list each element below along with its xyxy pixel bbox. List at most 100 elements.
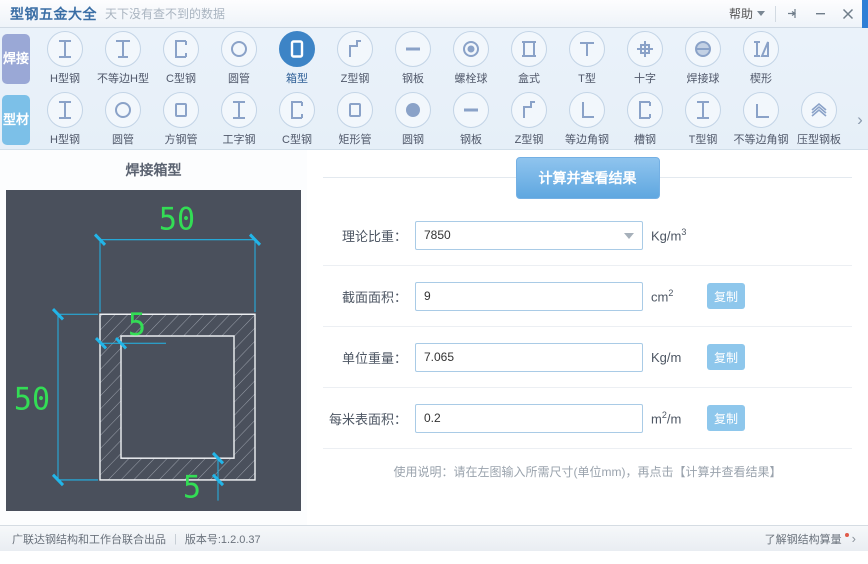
tool-item-z-section[interactable]: Z型钢 — [326, 28, 384, 86]
tool-item-c-channel[interactable]: C型钢 — [268, 89, 326, 147]
wedge-icon — [743, 31, 779, 67]
main-content: 焊接箱型 50 50 5 5 计算并查看结果 理论比重： 7850 Kg/m3 … — [0, 150, 868, 525]
tool-item-unequal-angle[interactable]: 不等边角钢 — [732, 89, 790, 147]
category-tab-welding[interactable]: 焊接 — [2, 33, 30, 84]
copy-button[interactable]: 复制 — [707, 405, 745, 431]
tool-item-channel[interactable]: 槽钢 — [616, 89, 674, 147]
tool-item-bolt-ball[interactable]: 螺栓球 — [442, 28, 500, 86]
box-type-icon — [511, 31, 547, 67]
t-section-icon — [569, 31, 605, 67]
tool-item-wedge[interactable]: 楔形 — [732, 28, 790, 86]
tool-item-unequal-h-beam[interactable]: 不等边H型 — [94, 28, 152, 86]
title-bar-controls: 帮助 — [721, 0, 868, 28]
tool-item-square-tube[interactable]: 方钢管 — [152, 89, 210, 147]
tool-item-label: 楔形 — [750, 73, 772, 85]
tool-item-z-section[interactable]: Z型钢 — [500, 89, 558, 147]
tool-item-rect-tube[interactable]: 矩形管 — [326, 89, 384, 147]
footer-link-label: 了解钢结构算量 — [764, 533, 842, 546]
app-title: 型钢五金大全 — [10, 5, 97, 22]
field-input[interactable] — [415, 403, 643, 433]
copy-button[interactable]: 复制 — [707, 344, 745, 370]
field-row: 每米表面积： m2/m 复制 — [323, 388, 852, 449]
tool-item-steel-plate[interactable]: 钢板 — [384, 28, 442, 86]
tool-item-h-beam[interactable]: H型钢 — [36, 28, 94, 86]
toolbar-row-profile: 型材 H型钢 圆管 方钢管 工字钢 C型钢 矩形管 圆钢 钢板 Z型钢 等边角钢 槽钢 T型钢 不等边角… — [0, 89, 868, 150]
left-dimension-leader — [51, 307, 98, 487]
chevron-right-icon[interactable]: › — [852, 89, 868, 150]
dimension-left-height: 50 — [14, 382, 50, 418]
title-bar: 型钢五金大全 天下没有查不到的数据 帮助 — [0, 0, 868, 28]
tool-item-h-beam[interactable]: H型钢 — [36, 89, 94, 147]
top-dimension-leader — [93, 233, 262, 313]
tool-item-equal-angle[interactable]: 等边角钢 — [558, 89, 616, 147]
tool-item-round-bar[interactable]: 圆钢 — [384, 89, 442, 147]
cross-section-icon — [627, 31, 663, 67]
footer-version: 版本号:1.2.0.37 — [184, 533, 261, 546]
field-label: 截面面积： — [341, 289, 407, 305]
z-section-icon — [337, 31, 373, 67]
tool-item-welded-ball[interactable]: 焊接球 — [674, 28, 732, 86]
h-beam-icon — [47, 31, 83, 67]
tool-item-profiled-plate[interactable]: 压型钢板 — [790, 89, 848, 147]
tool-item-label: H型钢 — [50, 73, 80, 85]
footer-separator: | — [174, 532, 177, 545]
usage-note: 使用说明：请在左图输入所需尺寸(单位mm)，再点击【计算并查看结果】 — [393, 465, 782, 479]
tool-item-label: 方钢管 — [164, 134, 198, 146]
unequal-angle-icon — [743, 92, 779, 128]
tool-item-label: 不等边角钢 — [733, 134, 789, 146]
field-unit: m2/m — [651, 410, 699, 426]
field-label: 单位重量： — [341, 350, 407, 366]
round-pipe-icon — [221, 31, 257, 67]
tool-item-label: C型钢 — [166, 73, 196, 85]
tool-item-label: 十字 — [634, 73, 656, 85]
tool-item-label: 盒式 — [518, 73, 540, 85]
footer-producer: 广联达钢结构和工作台联合出品 — [12, 533, 166, 546]
tool-item-label: 箱型 — [286, 73, 308, 85]
field-input[interactable] — [415, 281, 643, 311]
c-channel-icon — [279, 92, 315, 128]
calculate-button[interactable]: 计算并查看结果 — [515, 156, 660, 199]
chevron-down-icon — [757, 11, 765, 16]
tool-item-box-type[interactable]: 盒式 — [500, 28, 558, 86]
dimension-thickness-left: 5 — [128, 308, 146, 344]
unit-main: cm — [651, 289, 669, 305]
title-accent-bar — [862, 0, 868, 28]
tool-item-round-pipe[interactable]: 圆管 — [210, 28, 268, 86]
field-row: 截面面积： cm2 复制 — [323, 266, 852, 327]
tool-item-label: 钢板 — [460, 134, 482, 146]
calculate-row: 计算并查看结果 — [323, 150, 852, 205]
tool-item-t-section[interactable]: T型 — [558, 28, 616, 86]
tool-item-c-channel[interactable]: C型钢 — [152, 28, 210, 86]
welded-ball-icon — [685, 31, 721, 67]
tool-item-label: H型钢 — [50, 134, 80, 146]
tool-item-label: 焊接球 — [686, 73, 720, 85]
unit-tail: /m — [666, 411, 682, 427]
tool-item-steel-plate[interactable]: 钢板 — [442, 89, 500, 147]
category-tab-profile[interactable]: 型材 — [2, 94, 30, 145]
field-input[interactable] — [415, 220, 643, 250]
close-icon — [841, 7, 855, 21]
field-unit: Kg/m — [651, 350, 699, 365]
tool-item-label: 槽钢 — [634, 134, 656, 146]
tool-item-i-beam[interactable]: 工字钢 — [210, 89, 268, 147]
category-tab-label: 型材 — [2, 112, 29, 127]
tool-item-label: Z型钢 — [340, 73, 370, 85]
dimension-thickness-bottom: 5 — [183, 470, 201, 506]
minimize-button[interactable] — [806, 0, 834, 28]
footer-link[interactable]: 了解钢结构算量 › — [765, 531, 856, 547]
unit-main: m — [651, 411, 662, 427]
tool-item-label: Z型钢 — [514, 134, 544, 146]
tool-item-t-steel[interactable]: T型钢 — [674, 89, 732, 147]
square-tube-icon — [163, 92, 199, 128]
help-menu-button[interactable]: 帮助 — [721, 0, 773, 27]
round-bar-icon — [395, 92, 431, 128]
close-button[interactable] — [834, 0, 862, 28]
tool-item-box-section[interactable]: 箱型 — [268, 28, 326, 86]
section-drawing[interactable]: 50 50 5 5 — [6, 190, 301, 511]
tool-item-cross-section[interactable]: 十字 — [616, 28, 674, 86]
pin-button[interactable] — [778, 0, 806, 28]
copy-button[interactable]: 复制 — [707, 283, 745, 309]
unit-main: Kg/m — [651, 228, 682, 244]
tool-item-round-pipe[interactable]: 圆管 — [94, 89, 152, 147]
field-input[interactable] — [415, 342, 643, 372]
